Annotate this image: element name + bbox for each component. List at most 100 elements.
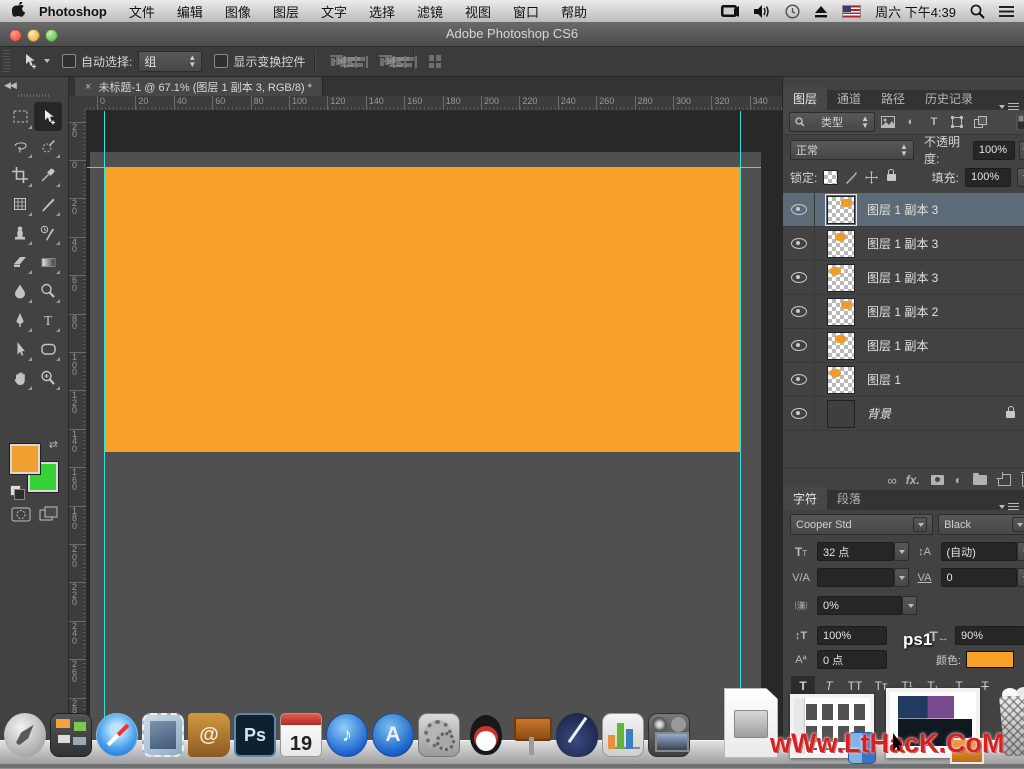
layer-row[interactable]: 图层 1 副本 3: [783, 193, 1024, 227]
leading-field[interactable]: (自动): [941, 542, 1024, 561]
add-layer-mask-icon[interactable]: [931, 475, 944, 485]
menu-item-选择[interactable]: 选择: [369, 5, 395, 20]
layer-thumbnail[interactable]: [827, 332, 855, 360]
auto-select-dropdown[interactable]: 组 ▲▼: [138, 51, 202, 72]
collapse-panel-icon[interactable]: ◀◀: [4, 80, 16, 91]
gradient-tool[interactable]: [34, 247, 62, 276]
screen-mode-button[interactable]: [36, 504, 62, 524]
shape-tool[interactable]: [34, 334, 62, 363]
layer-thumbnail[interactable]: [827, 366, 855, 394]
filter-shape-layers-icon[interactable]: [947, 113, 967, 131]
link-layers-icon[interactable]: ∞: [887, 473, 894, 488]
character-panel-menu-icon[interactable]: [999, 503, 1024, 510]
layer-visibility-toggle[interactable]: [783, 397, 815, 430]
document-tab[interactable]: × 未标题-1 @ 67.1% (图层 1 副本 3, RGB/8) *: [75, 77, 323, 96]
filter-type-layers-icon[interactable]: T: [924, 113, 944, 131]
menu-item-文字[interactable]: 文字: [321, 5, 347, 20]
layer-row[interactable]: 图层 1 副本 3: [783, 227, 1024, 261]
tab-layers[interactable]: 图层: [783, 87, 827, 110]
menu-clock[interactable]: 周六 下午4:39: [875, 2, 956, 21]
brush-tool[interactable]: [34, 189, 62, 218]
opacity-dropdown-button[interactable]: [1019, 141, 1024, 160]
filter-toggle-switch[interactable]: [1011, 113, 1024, 131]
pen-tool[interactable]: [6, 305, 34, 334]
dock-contacts-icon[interactable]: @: [187, 712, 231, 758]
tracking-field[interactable]: 0: [941, 568, 1024, 587]
default-colors-icon[interactable]: [10, 485, 21, 496]
layer-name[interactable]: 图层 1 副本 2: [867, 303, 938, 320]
layer-visibility-toggle[interactable]: [783, 227, 815, 260]
dock-launchpad-icon[interactable]: [3, 712, 47, 758]
font-style-dropdown[interactable]: Black: [938, 514, 1024, 535]
fill-value[interactable]: 100%: [965, 168, 1011, 187]
layer-visibility-toggle[interactable]: [783, 363, 815, 396]
quick-mask-button[interactable]: [8, 504, 34, 524]
layer-thumbnail[interactable]: [827, 196, 855, 224]
apple-menu-icon[interactable]: [12, 2, 25, 20]
path-selection-tool[interactable]: [6, 334, 34, 363]
crop-tool[interactable]: [6, 160, 34, 189]
hand-tool[interactable]: [6, 363, 34, 392]
eject-icon[interactable]: [814, 5, 828, 18]
font-family-dropdown[interactable]: Cooper Std: [790, 514, 933, 535]
font-size-caret[interactable]: [894, 542, 909, 561]
eyedropper-tool[interactable]: [34, 160, 62, 189]
type-tool[interactable]: T: [34, 305, 62, 334]
input-language-flag-icon[interactable]: [842, 5, 861, 18]
menu-item-窗口[interactable]: 窗口: [513, 5, 539, 20]
eraser-tool[interactable]: [6, 247, 34, 276]
move-tool-icon[interactable]: [16, 50, 42, 72]
layer-thumbnail[interactable]: [827, 264, 855, 292]
vertical-scale-value[interactable]: 100%: [817, 626, 887, 645]
layer-name[interactable]: 图层 1 副本 3: [867, 269, 938, 286]
auto-select-checkbox[interactable]: [62, 54, 76, 68]
tab-paragraph[interactable]: 段落: [827, 487, 871, 510]
tab-paths[interactable]: 路径: [871, 87, 915, 110]
filter-type-dropdown[interactable]: 类型 ▲▼: [789, 112, 875, 132]
menu-item-文件[interactable]: 文件: [129, 5, 155, 20]
opacity-value[interactable]: 100%: [973, 141, 1015, 160]
lock-position-icon[interactable]: [864, 171, 878, 184]
volume-icon[interactable]: [754, 5, 771, 18]
lasso-tool[interactable]: [6, 131, 34, 160]
new-group-icon[interactable]: [973, 475, 987, 485]
dock-system-preferences-icon[interactable]: [417, 712, 461, 758]
layer-row[interactable]: 背景: [783, 397, 1024, 431]
layer-thumbnail[interactable]: [827, 298, 855, 326]
swap-colors-icon[interactable]: ⇄: [49, 438, 58, 451]
filter-smart-objects-icon[interactable]: [970, 113, 990, 131]
panel-menu-icon[interactable]: [999, 103, 1024, 110]
lock-image-pixels-icon[interactable]: [844, 171, 858, 184]
kerning-field[interactable]: [817, 568, 909, 587]
tab-history[interactable]: 历史记录: [915, 87, 983, 110]
layer-name[interactable]: 图层 1: [867, 371, 901, 388]
layer-row[interactable]: 图层 1 副本 3: [783, 261, 1024, 295]
fill-dropdown-button[interactable]: [1017, 168, 1024, 187]
dock-imovie-icon[interactable]: [647, 712, 691, 758]
menu-item-滤镜[interactable]: 滤镜: [417, 5, 443, 20]
layer-row[interactable]: 图层 1: [783, 363, 1024, 397]
healing-brush-tool[interactable]: [6, 189, 34, 218]
menu-item-帮助[interactable]: 帮助: [561, 5, 587, 20]
dock-qq-icon[interactable]: [463, 712, 507, 758]
menu-item-图层[interactable]: 图层: [273, 5, 299, 20]
dock-safari-icon[interactable]: [95, 712, 139, 758]
show-transform-checkbox[interactable]: [214, 54, 228, 68]
tool-preset-caret[interactable]: [44, 59, 50, 63]
dock-app-store-icon[interactable]: A: [371, 712, 415, 758]
rectangular-marquee-tool[interactable]: [6, 102, 34, 131]
font-size-field[interactable]: 32 点: [817, 542, 909, 561]
layer-thumbnail[interactable]: [827, 400, 855, 428]
filter-pixel-layers-icon[interactable]: [878, 113, 898, 131]
lock-transparent-pixels-icon[interactable]: [823, 170, 838, 185]
zoom-tool[interactable]: [34, 363, 62, 392]
dock-keynote-icon[interactable]: [509, 712, 553, 758]
layer-row[interactable]: 图层 1 副本 2: [783, 295, 1024, 329]
dock-photoshop-icon[interactable]: Ps: [233, 712, 277, 758]
tracking-caret[interactable]: [1017, 568, 1024, 587]
adjustment-layer-icon[interactable]: ◐: [955, 473, 962, 487]
menu-item-图像[interactable]: 图像: [225, 5, 251, 20]
layer-styles-icon[interactable]: fx.: [906, 473, 920, 487]
dock-mission-control-icon[interactable]: [49, 712, 93, 758]
display-mirroring-icon[interactable]: [721, 5, 740, 18]
